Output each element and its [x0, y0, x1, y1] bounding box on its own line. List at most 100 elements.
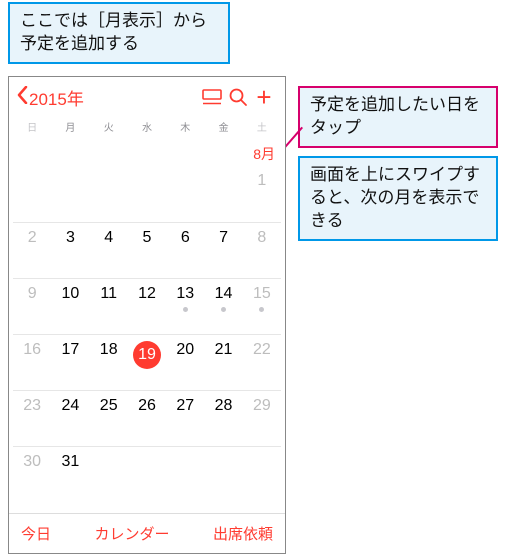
day-number: 4 — [104, 229, 113, 247]
day-cell[interactable]: 2 — [13, 222, 51, 278]
day-number: 30 — [23, 453, 41, 471]
day-number: 7 — [219, 229, 228, 247]
day-cell[interactable]: 29 — [243, 390, 281, 446]
day-number: 16 — [23, 341, 41, 359]
day-cell[interactable]: 4 — [90, 222, 128, 278]
day-number: 19 — [133, 341, 161, 369]
day-cell[interactable]: 7 — [204, 222, 242, 278]
callout-tap-day: 予定を追加したい日をタップ — [298, 86, 498, 148]
day-cell — [166, 166, 204, 222]
day-cell — [128, 446, 166, 502]
day-cell[interactable]: 14 — [204, 278, 242, 334]
day-cell[interactable]: 15 — [243, 278, 281, 334]
search-icon[interactable] — [225, 87, 251, 107]
weekday-wed: 水 — [128, 119, 166, 134]
day-number: 1 — [257, 172, 266, 190]
day-number: 21 — [215, 341, 233, 359]
day-cell[interactable]: 5 — [128, 222, 166, 278]
day-cell — [166, 446, 204, 502]
calendar-app: 2015年 + 日 月 火 水 木 金 土 8月 123456789101112… — [8, 76, 286, 554]
day-cell[interactable]: 17 — [51, 334, 89, 390]
day-number: 14 — [215, 285, 233, 303]
day-cell[interactable]: 11 — [90, 278, 128, 334]
calendar-grid[interactable]: 1234567891011121314151617181920212223242… — [9, 166, 285, 502]
back-button[interactable]: 2015年 — [17, 85, 84, 110]
day-number: 26 — [138, 397, 156, 415]
back-label: 2015年 — [29, 85, 84, 110]
day-cell[interactable]: 24 — [51, 390, 89, 446]
day-cell[interactable]: 8 — [243, 222, 281, 278]
day-cell[interactable]: 13 — [166, 278, 204, 334]
day-cell[interactable]: 6 — [166, 222, 204, 278]
day-number: 24 — [62, 397, 80, 415]
day-number: 17 — [62, 341, 80, 359]
day-number: 25 — [100, 397, 118, 415]
day-number: 15 — [253, 285, 271, 303]
day-number: 11 — [100, 285, 117, 303]
day-cell[interactable]: 18 — [90, 334, 128, 390]
inbox-button[interactable]: 出席依頼 — [213, 523, 273, 544]
day-number: 8 — [257, 229, 266, 247]
calendars-button[interactable]: カレンダー — [94, 523, 169, 544]
day-cell — [204, 446, 242, 502]
day-cell[interactable]: 30 — [13, 446, 51, 502]
day-cell[interactable]: 25 — [90, 390, 128, 446]
event-dot — [183, 307, 188, 312]
day-cell — [13, 166, 51, 222]
today-button[interactable]: 今日 — [21, 523, 51, 544]
weekday-mon: 月 — [51, 119, 89, 134]
day-number: 20 — [176, 341, 194, 359]
day-cell[interactable]: 21 — [204, 334, 242, 390]
day-number: 2 — [28, 229, 37, 247]
weekday-thu: 木 — [166, 119, 204, 134]
day-cell — [90, 446, 128, 502]
weekday-fri: 金 — [204, 119, 242, 134]
day-number: 3 — [66, 229, 75, 247]
toolbar: 今日 カレンダー 出席依頼 — [9, 513, 285, 553]
chevron-left-icon — [17, 86, 28, 109]
weekday-sat: 土 — [243, 119, 281, 134]
weekday-tue: 火 — [90, 119, 128, 134]
day-cell[interactable]: 20 — [166, 334, 204, 390]
day-cell[interactable]: 23 — [13, 390, 51, 446]
day-cell[interactable]: 22 — [243, 334, 281, 390]
event-dot — [221, 307, 226, 312]
day-number: 27 — [176, 397, 194, 415]
view-toggle-icon[interactable] — [199, 89, 225, 105]
day-cell[interactable]: 27 — [166, 390, 204, 446]
day-cell — [243, 446, 281, 502]
day-cell — [128, 166, 166, 222]
day-cell[interactable]: 26 — [128, 390, 166, 446]
month-label: 8月 — [9, 138, 285, 166]
event-dot — [259, 307, 264, 312]
day-number: 5 — [143, 229, 152, 247]
day-cell — [90, 166, 128, 222]
day-cell[interactable]: 1 — [243, 166, 281, 222]
callout-month-view: ここでは［月表示］から予定を追加する — [8, 2, 230, 64]
day-number: 6 — [181, 229, 190, 247]
day-cell — [204, 166, 242, 222]
day-number: 22 — [253, 341, 271, 359]
day-cell[interactable]: 3 — [51, 222, 89, 278]
day-cell[interactable]: 10 — [51, 278, 89, 334]
day-cell[interactable]: 31 — [51, 446, 89, 502]
day-number: 9 — [28, 285, 37, 303]
day-cell — [51, 166, 89, 222]
day-number: 18 — [100, 341, 118, 359]
day-number: 13 — [176, 285, 194, 303]
day-number: 28 — [215, 397, 233, 415]
day-number: 29 — [253, 397, 271, 415]
day-cell[interactable]: 16 — [13, 334, 51, 390]
day-number: 12 — [138, 285, 156, 303]
day-cell[interactable]: 12 — [128, 278, 166, 334]
add-event-icon[interactable]: + — [251, 87, 277, 107]
day-number: 23 — [23, 397, 41, 415]
day-cell[interactable]: 28 — [204, 390, 242, 446]
day-number: 10 — [62, 285, 80, 303]
weekday-sun: 日 — [13, 119, 51, 134]
day-cell[interactable]: 9 — [13, 278, 51, 334]
weekday-header: 日 月 火 水 木 金 土 — [9, 117, 285, 138]
day-cell[interactable]: 19 — [128, 334, 166, 390]
callout-swipe: 画面を上にスワイプすると、次の月を表示できる — [298, 156, 498, 241]
navbar: 2015年 + — [9, 77, 285, 117]
